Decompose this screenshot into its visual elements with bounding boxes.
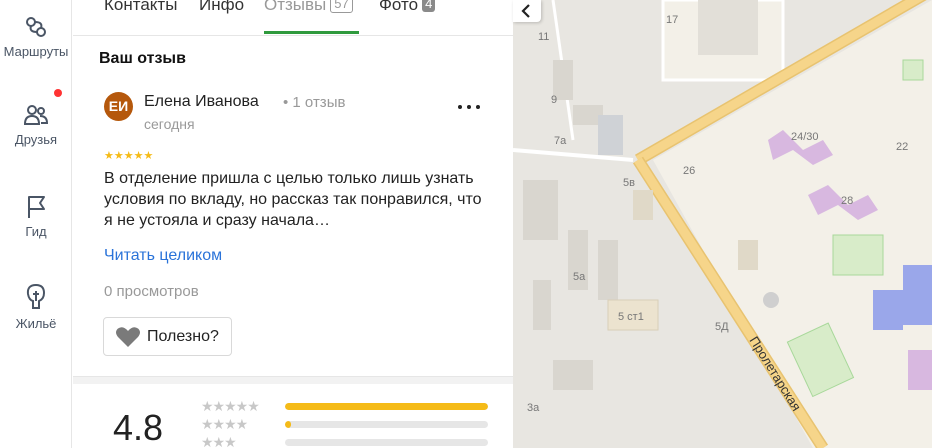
sidebar-item-routes[interactable]: Маршруты [0, 14, 72, 59]
rating-row-4: ★★★★ [201, 416, 501, 432]
useful-button[interactable]: Полезно? [103, 317, 232, 356]
map-view[interactable]: 17 11 9 7а 5в 26 24/30 22 28 5а 5 ст1 5Д… [513, 0, 932, 448]
map-label: 24/30 [791, 131, 819, 143]
tab-photos[interactable]: Фото 4 [379, 0, 436, 34]
sidebar-item-label: Гид [25, 224, 47, 239]
dist-stars: ★★★★★ [201, 398, 260, 414]
org-panel: Контакты Инфо Отзывы 57 Фото 4 Ваш отзыв Е… [73, 0, 513, 448]
review-stars: ★★★★★ [104, 150, 154, 162]
section-title: Ваш отзыв [99, 50, 186, 67]
map-label: 26 [683, 165, 695, 177]
avatar[interactable]: ЕИ [104, 92, 133, 121]
rating-bar-fill [285, 421, 292, 428]
more-options-button[interactable] [455, 96, 483, 116]
sidebar-item-label: Друзья [14, 132, 58, 147]
sidebar-item-friends[interactable]: Друзья [0, 102, 72, 147]
active-tab-indicator [264, 31, 359, 34]
flag-icon [28, 196, 45, 218]
tab-bar: Контакты Инфо Отзывы 57 Фото 4 [73, 0, 513, 36]
map-label: 7а [554, 135, 567, 147]
sidebar-item-guide[interactable]: Гид [0, 194, 72, 239]
friends-icon [23, 105, 49, 125]
sidebar-item-label: Маршруты [3, 44, 69, 59]
map-label: 5 ст1 [618, 311, 644, 323]
rating-bar-track [285, 421, 488, 428]
map-label: 5Д [715, 321, 729, 333]
tab-label: Фото [379, 0, 419, 14]
map-label: 22 [896, 141, 908, 153]
map-label: 11 [538, 31, 549, 43]
rating-row-5: ★★★★★ [201, 398, 501, 414]
sidebar-item-label: Жильё [15, 316, 57, 331]
routes-icon [26, 17, 46, 37]
photos-count-badge: 4 [422, 0, 436, 12]
notification-dot [54, 89, 62, 97]
heart-icon [116, 326, 140, 347]
housing-icon [26, 283, 46, 309]
review-date: сегодня [144, 116, 195, 132]
section-divider [73, 376, 513, 384]
useful-label: Полезно? [147, 327, 219, 345]
dist-stars: ★★★ [201, 434, 237, 448]
map-label: 5а [573, 271, 586, 283]
tab-contacts[interactable]: Контакты [104, 0, 177, 34]
more-dot [458, 105, 462, 109]
sidebar-item-housing[interactable]: Жильё [0, 282, 72, 331]
map-label: 9 [551, 94, 557, 106]
author-name[interactable]: Елена Иванова [144, 93, 259, 111]
read-more-link[interactable]: Читать целиком [104, 247, 222, 265]
rating-value: 4.8 [113, 407, 164, 448]
rating-bar-track [285, 403, 488, 410]
rating-row-3: ★★★ [201, 434, 501, 448]
map-label: 28 [841, 195, 853, 207]
review-text: В отделение пришла с целью только лишь у… [104, 170, 482, 229]
dist-stars: ★★★★ [201, 416, 248, 432]
author-review-count: • 1 отзыв [283, 94, 346, 111]
tab-reviews[interactable]: Отзывы 57 [264, 0, 353, 34]
chevron-left-icon [521, 4, 530, 18]
more-dot [476, 105, 480, 109]
map-label: 17 [666, 14, 678, 26]
map-label: 3а [527, 402, 540, 414]
collapse-panel-button[interactable] [513, 0, 541, 22]
tab-label: Инфо [199, 0, 245, 14]
tab-label: Отзывы [264, 0, 327, 14]
views-count: 0 просмотров [104, 283, 199, 300]
map-label: 5в [623, 177, 635, 189]
map-canvas[interactable]: 17 11 9 7а 5в 26 24/30 22 28 5а 5 ст1 5Д… [513, 0, 932, 448]
more-dot [467, 105, 471, 109]
tab-label: Контакты [104, 0, 178, 14]
left-rail: Маршруты Друзья Гид Жильё [0, 0, 72, 448]
tab-info[interactable]: Инфо [199, 0, 244, 34]
rating-bar-track [285, 439, 488, 446]
rating-bar-fill [285, 403, 488, 410]
reviews-count-badge: 57 [330, 0, 353, 13]
